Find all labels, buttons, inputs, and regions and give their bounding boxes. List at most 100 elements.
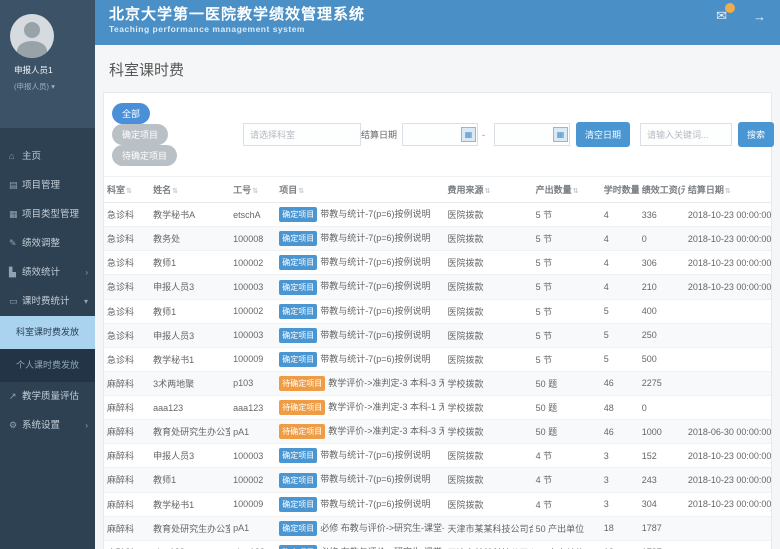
dept-cell: 急诊科 — [104, 323, 150, 347]
column-header-6[interactable]: 学时数量⇅ — [601, 177, 639, 203]
avatar — [10, 14, 54, 58]
project-type-badge: 确定项目 — [279, 473, 317, 488]
page-title: 科室课时费 — [95, 45, 780, 92]
sort-icon[interactable]: ⇅ — [725, 188, 731, 195]
column-header-8[interactable]: 结算日期⇅ — [685, 177, 771, 203]
source-cell: 医院拨款 — [444, 275, 532, 299]
project-type-badge: 确定项目 — [279, 545, 317, 549]
sidebar-item-label: 主页 — [22, 151, 41, 162]
dept-cell: 麻醉科 — [104, 492, 150, 516]
pay-cell: 336 — [639, 203, 685, 227]
sidebar-item-6[interactable]: ↗教学质量评估 — [0, 382, 95, 411]
id-cell: 100009 — [230, 347, 276, 371]
sidebar-item-label: 教学质量评估 — [22, 391, 79, 402]
sort-icon[interactable]: ⇅ — [172, 188, 178, 195]
project-type-badge: 待确定项目 — [279, 424, 325, 439]
project-type-badge: 确定项目 — [279, 328, 317, 343]
sidebar-item-0[interactable]: ⌂主页 — [0, 142, 95, 171]
column-header-4[interactable]: 费用来源⇅ — [444, 177, 532, 203]
project-cell: 确定项目必修 布教与评价->研究生-课堂-教师 — [276, 540, 444, 549]
project-cell: 待确定项目教学评价->准判定-3 本科-1 无操作人 — [276, 396, 444, 420]
sort-icon[interactable]: ⇅ — [573, 188, 579, 195]
home-icon: ⌂ — [9, 142, 22, 171]
hours-cell: 3 — [601, 444, 639, 468]
message-icon[interactable]: ✉ — [716, 8, 727, 24]
dept-cell: 麻醉科 — [104, 516, 150, 540]
filter-pill-1[interactable]: 确定项目 — [112, 124, 168, 145]
app-subtitle: Teaching performance management system — [109, 24, 768, 34]
column-header-0[interactable]: 科室⇅ — [104, 177, 150, 203]
hours-cell: 4 — [601, 227, 639, 251]
submenu-item-0[interactable]: 科室课时费发放 — [0, 316, 95, 349]
user-role-dropdown[interactable]: (申报人员) ▾ — [14, 81, 55, 92]
project-cell: 待确定项目教学评价->准判定-3 本科-3 无操作人 — [276, 371, 444, 395]
name-cell: 申报人员3 — [150, 444, 230, 468]
project-type-badge: 待确定项目 — [279, 400, 325, 415]
sort-icon[interactable]: ⇅ — [298, 188, 304, 195]
project-name: 带教与统计-7(p=6)按例说明 — [320, 354, 430, 364]
filter-pill-2[interactable]: 待确定项目 — [112, 145, 177, 166]
notification-badge — [725, 3, 735, 13]
sidebar-item-label: 系统设置 — [22, 420, 60, 431]
search-button[interactable]: 搜索 — [738, 122, 774, 147]
submenu-item-1[interactable]: 个人课时费发放 — [0, 349, 95, 382]
sidebar-item-2[interactable]: ▦项目类型管理 — [0, 200, 95, 229]
column-header-3[interactable]: 项目⇅ — [276, 177, 444, 203]
sort-icon[interactable]: ⇅ — [485, 188, 491, 195]
logout-icon[interactable]: → — [753, 9, 766, 24]
sidebar-item-1[interactable]: ▤项目管理 — [0, 171, 95, 200]
column-header-2[interactable]: 工号⇅ — [230, 177, 276, 203]
dept-cell: 急诊科 — [104, 227, 150, 251]
project-cell: 确定项目带教与统计-7(p=6)按例说明 — [276, 492, 444, 516]
id-cell: siaa123 — [230, 540, 276, 549]
output-cell: 50 题 — [533, 371, 601, 395]
calendar-icon[interactable]: ▦ — [553, 127, 568, 142]
column-label: 科室 — [107, 185, 125, 195]
calendar-icon[interactable]: ▦ — [461, 127, 476, 142]
table-row: 急诊科教务处100008确定项目带教与统计-7(p=6)按例说明医院拨款5 节4… — [104, 227, 771, 251]
chart-icon: ▙ — [9, 258, 22, 287]
source-cell: 天津市某某科技公司合作项目 — [444, 516, 532, 540]
sidebar-item-4[interactable]: ▙绩效统计› — [0, 258, 95, 287]
project-type-badge: 待确定项目 — [279, 376, 325, 391]
sidebar-item-7[interactable]: ⚙系统设置› — [0, 411, 95, 440]
output-cell: 5 节 — [533, 299, 601, 323]
chevron-icon: › — [85, 411, 88, 440]
name-cell: 3术两地聚 — [150, 371, 230, 395]
column-label: 产出数量 — [536, 185, 572, 195]
sort-icon[interactable]: ⇅ — [252, 188, 258, 195]
topbar-icons: ✉ → — [716, 8, 766, 24]
file-icon: ▤ — [9, 171, 22, 200]
filter-pill-0[interactable]: 全部 — [112, 103, 150, 124]
source-cell: 医院拨款 — [444, 444, 532, 468]
output-cell: 5 节 — [533, 347, 601, 371]
sidebar-menu: ⌂主页▤项目管理▦项目类型管理✎绩效调整▙绩效统计›▭课时费统计▾科室课时费发放… — [0, 142, 95, 440]
keyword-search-input[interactable] — [640, 123, 732, 146]
pay-cell: 0 — [639, 227, 685, 251]
project-name: 教学评价->准判定-3 本科-1 无操作人 — [328, 402, 444, 412]
pay-cell: 1000 — [639, 420, 685, 444]
hours-cell: 46 — [601, 371, 639, 395]
column-header-1[interactable]: 姓名⇅ — [150, 177, 230, 203]
dept-cell: 麻醉科 — [104, 468, 150, 492]
column-header-5[interactable]: 产出数量⇅ — [533, 177, 601, 203]
sidebar-item-5[interactable]: ▭课时费统计▾ — [0, 287, 95, 316]
project-cell: 确定项目带教与统计-7(p=6)按例说明 — [276, 251, 444, 275]
table-row: 急诊科教师1100002确定项目带教与统计-7(p=6)按例说明医院拨款5 节4… — [104, 251, 771, 275]
department-input[interactable] — [243, 123, 361, 146]
name-cell: 教学秘书1 — [150, 492, 230, 516]
project-cell: 确定项目带教与统计-7(p=6)按例说明 — [276, 323, 444, 347]
column-header-7[interactable]: 绩效工资(元)⇅ — [639, 177, 685, 203]
sidebar-item-3[interactable]: ✎绩效调整 — [0, 229, 95, 258]
output-cell: 5 节 — [533, 275, 601, 299]
project-name: 必修 布教与评价->研究生-课堂-教师 — [320, 523, 444, 533]
project-name: 带教与统计-7(p=6)按例说明 — [320, 257, 430, 267]
output-cell: 50 题 — [533, 396, 601, 420]
sort-icon[interactable]: ⇅ — [126, 188, 132, 195]
column-label: 学时数量 — [604, 185, 639, 195]
user-name: 申报人员1 — [14, 64, 55, 76]
project-type-badge: 确定项目 — [279, 352, 317, 367]
id-cell: 100003 — [230, 323, 276, 347]
project-type-badge: 确定项目 — [279, 207, 317, 222]
clear-date-button[interactable]: 清空日期 — [576, 122, 630, 147]
